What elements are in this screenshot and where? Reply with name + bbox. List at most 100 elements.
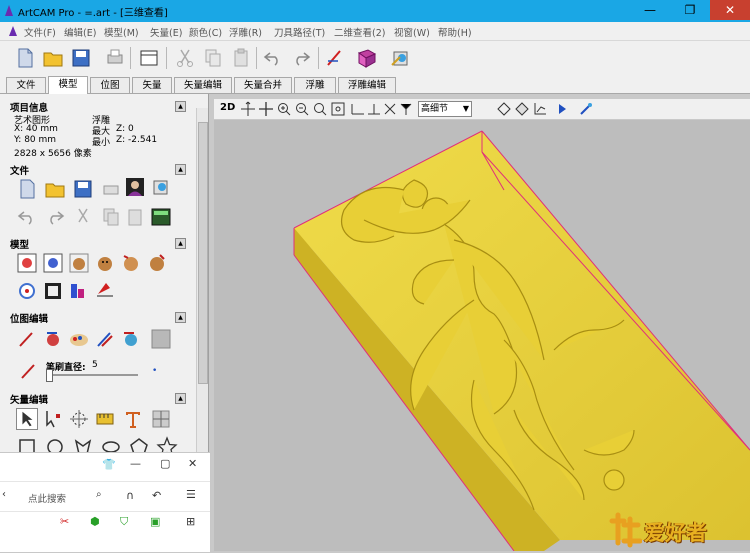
gray-swatch-icon[interactable] bbox=[150, 328, 172, 350]
view-iso-icon[interactable] bbox=[350, 101, 366, 117]
layers-icon[interactable] bbox=[514, 101, 530, 117]
diamond-icon[interactable] bbox=[496, 101, 512, 117]
menu-help[interactable]: 帮助(H) bbox=[438, 25, 472, 39]
minimize-popup-button[interactable]: — bbox=[130, 457, 141, 470]
grid-image-icon[interactable] bbox=[42, 280, 64, 302]
menu-window[interactable]: 视窗(W) bbox=[394, 25, 430, 39]
2d-view-button[interactable]: 2D bbox=[220, 102, 235, 113]
quality-dropdown[interactable]: 高细节 ▼ bbox=[418, 101, 472, 117]
menu-vector[interactable]: 矢量(E) bbox=[150, 25, 182, 39]
bear-mirror-icon[interactable] bbox=[94, 252, 116, 274]
search-input[interactable]: 点此搜索 bbox=[28, 491, 66, 505]
pencil-draw-icon[interactable] bbox=[16, 328, 38, 350]
node-edit-icon[interactable] bbox=[42, 408, 64, 430]
print-icon[interactable] bbox=[104, 47, 126, 69]
collapse-icon[interactable]: ▲ bbox=[175, 238, 186, 249]
collapse-icon[interactable]: ▲ bbox=[175, 101, 186, 112]
model-size-icon[interactable] bbox=[16, 252, 38, 274]
paste-icon[interactable] bbox=[230, 47, 252, 69]
tab-bitmap[interactable]: 位图 bbox=[90, 77, 130, 93]
collapse-icon[interactable]: ▲ bbox=[175, 312, 186, 323]
scissors-icon[interactable]: ✂ bbox=[60, 515, 69, 528]
menu-2d-view[interactable]: 二维查看(2) bbox=[334, 25, 385, 39]
translate-icon[interactable]: ⬢ bbox=[90, 515, 100, 528]
select-arrow-icon[interactable] bbox=[16, 408, 38, 430]
paste-small-icon[interactable] bbox=[124, 206, 146, 228]
new-file-icon[interactable] bbox=[14, 47, 36, 69]
panel-scrollbar[interactable] bbox=[196, 108, 208, 453]
copy-small-icon[interactable] bbox=[100, 206, 122, 228]
open-model-icon[interactable] bbox=[44, 178, 66, 200]
play-icon[interactable] bbox=[554, 101, 570, 117]
menu-model[interactable]: 模型(M) bbox=[104, 25, 139, 39]
transform-icon[interactable] bbox=[68, 408, 90, 430]
fill-shape-icon[interactable] bbox=[120, 328, 142, 350]
refresh-icon[interactable]: ↶ bbox=[152, 489, 161, 502]
chevron-left-icon[interactable]: ‹ bbox=[2, 489, 6, 500]
model-resolution-icon[interactable] bbox=[42, 252, 64, 274]
window-layout-icon[interactable] bbox=[138, 47, 160, 69]
paint-fill-icon[interactable] bbox=[42, 328, 64, 350]
menu-color[interactable]: 颜色(C) bbox=[189, 25, 222, 39]
menu-file[interactable]: 文件(F) bbox=[24, 25, 56, 39]
graph-icon[interactable] bbox=[532, 101, 548, 117]
new-model-icon[interactable] bbox=[16, 178, 38, 200]
color-palette-icon[interactable] bbox=[68, 328, 90, 350]
apps-grid-icon[interactable]: ⊞ bbox=[186, 515, 195, 528]
bear-rotate-icon[interactable] bbox=[120, 252, 142, 274]
save-model-icon[interactable] bbox=[72, 178, 94, 200]
zoom-previous-icon[interactable] bbox=[312, 101, 328, 117]
close-button[interactable]: ✕ bbox=[710, 0, 750, 20]
redo-small-icon[interactable] bbox=[44, 206, 66, 228]
pan-icon[interactable] bbox=[240, 101, 256, 117]
collapse-icon[interactable]: ▲ bbox=[175, 164, 186, 175]
tab-vector-merge[interactable]: 矢量合并 bbox=[234, 77, 292, 93]
zoom-in-icon[interactable] bbox=[276, 101, 292, 117]
tab-vector[interactable]: 矢量 bbox=[132, 77, 172, 93]
headphones-icon[interactable]: ∩ bbox=[126, 489, 134, 502]
tab-relief[interactable]: 浮雕 bbox=[294, 77, 336, 93]
zoom-fit-icon[interactable] bbox=[330, 101, 346, 117]
view-front-icon[interactable] bbox=[366, 101, 382, 117]
measure-tape-icon[interactable] bbox=[94, 408, 116, 430]
zoom-out-icon[interactable] bbox=[294, 101, 310, 117]
bear-image-icon[interactable] bbox=[68, 252, 90, 274]
search-icon[interactable]: ⌕ bbox=[96, 489, 102, 500]
paint-bucket-icon[interactable] bbox=[94, 278, 116, 300]
maximize-popup-button[interactable]: ▢ bbox=[160, 457, 170, 470]
menu-edit[interactable]: 编辑(E) bbox=[64, 25, 96, 39]
scrollbar-thumb[interactable] bbox=[198, 122, 208, 384]
3d-viewport[interactable] bbox=[214, 120, 750, 551]
tab-vector-edit[interactable]: 矢量编辑 bbox=[174, 77, 232, 93]
copy-icon[interactable] bbox=[202, 47, 224, 69]
cut-icon[interactable] bbox=[174, 47, 196, 69]
brush-slider-track[interactable] bbox=[46, 374, 138, 376]
undo-icon[interactable] bbox=[262, 47, 284, 69]
brush-tool-icon[interactable] bbox=[94, 328, 116, 350]
calculator-icon[interactable] bbox=[150, 206, 172, 228]
tab-relief-edit[interactable]: 浮雕编辑 bbox=[338, 77, 396, 93]
book-help-icon[interactable] bbox=[356, 47, 378, 69]
wizard-icon[interactable] bbox=[390, 47, 412, 69]
print-model-icon[interactable] bbox=[100, 178, 122, 200]
open-folder-icon[interactable] bbox=[42, 47, 64, 69]
gamepad-icon[interactable]: ▣ bbox=[150, 515, 160, 528]
model-properties-icon[interactable] bbox=[150, 176, 172, 198]
draw-tool-icon[interactable] bbox=[324, 47, 346, 69]
color-picker-icon[interactable] bbox=[578, 101, 594, 117]
bear-flip-icon[interactable] bbox=[146, 252, 168, 274]
collapse-icon[interactable]: ▲ bbox=[175, 393, 186, 404]
text-tool-icon[interactable] bbox=[122, 408, 144, 430]
align-grid-icon[interactable] bbox=[150, 408, 172, 430]
view-axis-y-icon[interactable] bbox=[398, 101, 414, 117]
undo-small-icon[interactable] bbox=[16, 206, 38, 228]
brush-slider-thumb[interactable] bbox=[46, 369, 53, 382]
shield-icon[interactable]: ⛉ bbox=[120, 515, 128, 529]
user-portrait-icon[interactable] bbox=[124, 176, 146, 198]
close-popup-button[interactable]: ✕ bbox=[188, 457, 197, 470]
color-bars-icon[interactable] bbox=[68, 280, 90, 302]
minimize-button[interactable]: — bbox=[630, 0, 670, 20]
redo-icon[interactable] bbox=[290, 47, 312, 69]
menu-toolpath[interactable]: 刀具路径(T) bbox=[274, 25, 325, 39]
cut-small-icon[interactable] bbox=[72, 206, 94, 228]
